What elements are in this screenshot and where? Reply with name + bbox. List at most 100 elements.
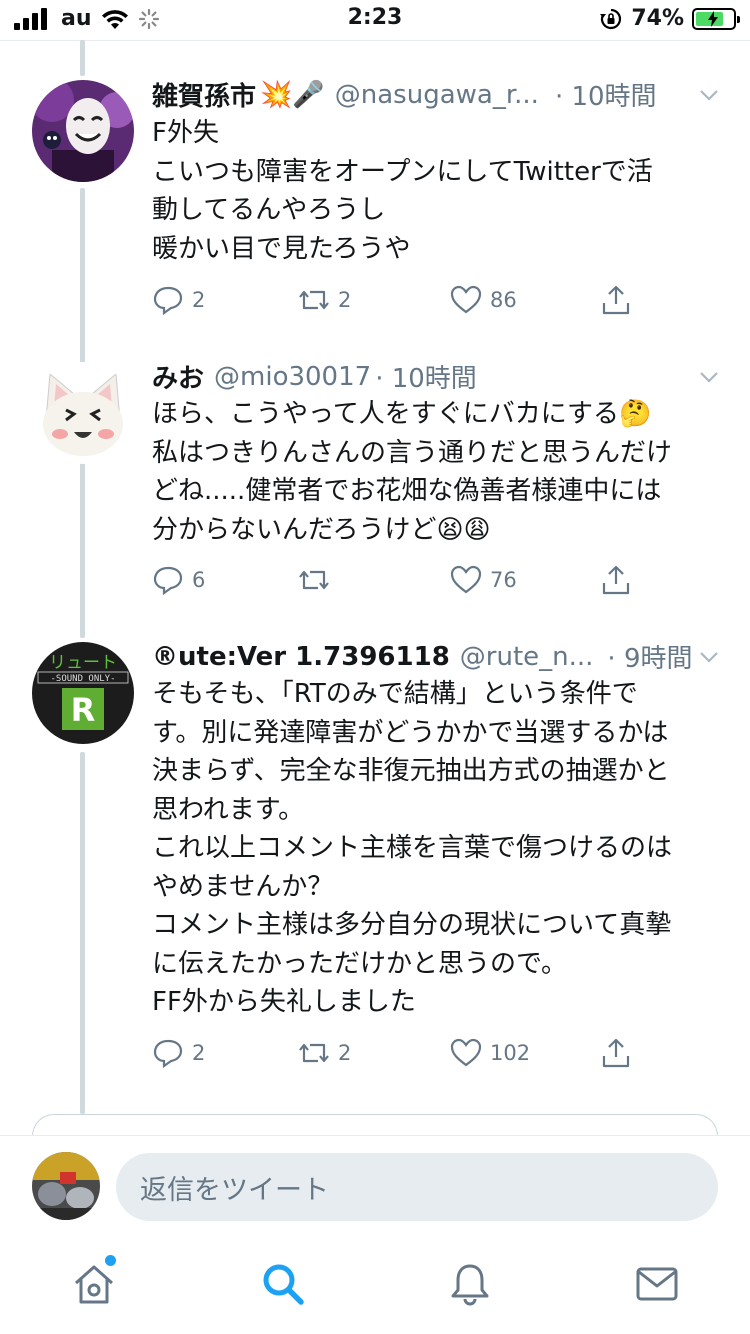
tweet-line: 思われます。 bbox=[152, 794, 305, 825]
thread-line bbox=[80, 752, 85, 1114]
retweet-button[interactable]: 2 bbox=[298, 284, 351, 316]
status-bar: au 2:23 74% bbox=[0, 0, 750, 40]
heart-icon bbox=[450, 285, 482, 314]
display-name[interactable]: みお bbox=[152, 358, 204, 395]
tweet-line: そもそも、「RTのみで結構」という条件で bbox=[152, 679, 638, 709]
retweet-button[interactable]: 2 bbox=[298, 1037, 351, 1069]
tab-bar bbox=[0, 1239, 750, 1334]
like-button[interactable]: 86 bbox=[450, 284, 517, 316]
share-button[interactable] bbox=[600, 284, 632, 316]
masked-figure-avatar-icon bbox=[32, 80, 134, 182]
avatar-mio[interactable] bbox=[32, 362, 134, 464]
timestamp[interactable]: · 10時間 bbox=[555, 76, 657, 113]
name-emoji: 💥🎤 bbox=[260, 79, 325, 110]
avatar-rute[interactable]: リュート -SOUND ONLY- R bbox=[32, 642, 134, 744]
retweet-icon bbox=[299, 1043, 329, 1063]
share-button[interactable] bbox=[600, 1037, 632, 1069]
tweet-line: 私はつきりんさんの言う通りだと思うんだけ bbox=[152, 437, 673, 468]
handle[interactable]: @nasugawa_r... bbox=[335, 80, 539, 110]
search-icon bbox=[263, 1264, 304, 1305]
mail-icon bbox=[636, 1267, 678, 1301]
tweet-line: F外失 bbox=[152, 118, 219, 148]
chevron-down-icon[interactable] bbox=[698, 646, 720, 668]
retweet-button[interactable] bbox=[298, 564, 338, 596]
heart-icon bbox=[450, 565, 482, 594]
tweet-line: ほら、こうやって人をすぐにバカにする🤔 bbox=[152, 399, 652, 429]
tweet-line: コメント主様は多分自分の現状について真摯 bbox=[152, 910, 672, 940]
notification-dot bbox=[105, 1255, 116, 1266]
charging-bolt-icon bbox=[708, 10, 718, 27]
like-count: 76 bbox=[490, 568, 517, 592]
reply-button[interactable]: 2 bbox=[152, 284, 205, 316]
retweet-icon bbox=[299, 290, 329, 310]
home-icon bbox=[75, 1265, 113, 1304]
tweet-text: F外失 こいつも障害をオープンにしてTwitterで活 動してるんやろうし 暖か… bbox=[152, 114, 727, 268]
tab-home[interactable] bbox=[71, 1255, 117, 1307]
tweet-line: 動してるんやろうし bbox=[152, 195, 386, 225]
tweet-line: 暖かい目で見たろうや bbox=[152, 233, 411, 264]
chevron-down-icon[interactable] bbox=[698, 84, 720, 106]
avatar-nasugawa[interactable] bbox=[32, 80, 134, 182]
reply-count: 6 bbox=[192, 568, 206, 592]
retweet-count: 2 bbox=[338, 288, 352, 312]
tweet-actions: 2 2 86 bbox=[152, 284, 652, 320]
user-avatar[interactable] bbox=[32, 1152, 100, 1220]
reply-composer: 返信をツイート bbox=[0, 1135, 750, 1239]
tweet-line: やめませんか？ bbox=[152, 871, 334, 902]
tweet-text: そもそも、「RTのみで結構」という条件で す。別に発達障害がどうかかで当選するか… bbox=[152, 675, 727, 1022]
display-name[interactable]: 雑賀孫市 bbox=[152, 76, 256, 113]
bell-icon bbox=[451, 1264, 489, 1306]
reply-button[interactable]: 2 bbox=[152, 1037, 205, 1069]
tab-search[interactable] bbox=[260, 1261, 306, 1307]
tab-messages[interactable] bbox=[634, 1261, 680, 1307]
share-button[interactable] bbox=[600, 564, 632, 596]
timestamp[interactable]: · 10時間 bbox=[375, 358, 477, 395]
retweet-count: 2 bbox=[338, 1041, 352, 1065]
tweet-actions: 2 2 102 bbox=[152, 1037, 652, 1073]
like-button[interactable]: 102 bbox=[450, 1037, 530, 1069]
reply-icon bbox=[153, 286, 183, 316]
tweet-header: みお @mio30017 · 10時間 bbox=[152, 358, 726, 395]
handle[interactable]: @rute_n... bbox=[460, 642, 594, 672]
display-name[interactable]: ®ute:Ver 1.7396118 bbox=[152, 642, 450, 672]
share-icon bbox=[602, 285, 630, 315]
rute-logo-avatar-icon: リュート -SOUND ONLY- R bbox=[32, 642, 134, 744]
tweet-line: す。別に発達障害がどうかかで当選するかは bbox=[152, 717, 669, 748]
reply-icon bbox=[153, 1039, 183, 1069]
like-count: 102 bbox=[490, 1041, 531, 1065]
battery-icon bbox=[692, 7, 740, 30]
handle[interactable]: @mio30017 bbox=[214, 362, 371, 392]
like-button[interactable]: 76 bbox=[450, 564, 517, 596]
tweet-header: 雑賀孫市 💥🎤 @nasugawa_r... · 10時間 bbox=[152, 76, 726, 113]
reply-count: 2 bbox=[192, 1041, 206, 1065]
share-icon bbox=[602, 1038, 630, 1068]
battery-percentage: 74% bbox=[631, 6, 684, 31]
orientation-lock-icon bbox=[600, 8, 622, 29]
tweet-header: ®ute:Ver 1.7396118 @rute_n... · 9時間 bbox=[152, 638, 726, 675]
status-divider bbox=[0, 40, 750, 41]
user-photo-avatar-icon bbox=[32, 1152, 100, 1220]
reply-tweet-input[interactable]: 返信をツイート bbox=[116, 1153, 718, 1221]
share-icon bbox=[602, 565, 630, 595]
cat-character-avatar-icon bbox=[32, 362, 134, 464]
like-count: 86 bbox=[490, 288, 517, 312]
thread-line bbox=[80, 40, 85, 76]
chevron-down-icon[interactable] bbox=[698, 366, 720, 388]
tweet-line: これ以上コメント主様を言葉で傷つけるのは bbox=[152, 833, 673, 863]
tab-notifications[interactable] bbox=[447, 1261, 493, 1307]
tweet-line: 決まらず、完全な非復元抽出方式の抽選かと bbox=[152, 756, 670, 786]
tweet-line: こいつも障害をオープンにしてTwitterで活 bbox=[152, 156, 653, 187]
tweet-line: に伝えたかっただけかと思うので。 bbox=[152, 948, 567, 979]
timestamp[interactable]: · 9時間 bbox=[607, 638, 692, 675]
reply-button[interactable]: 6 bbox=[152, 564, 205, 596]
avatar-logo-text: リュート bbox=[49, 653, 117, 673]
retweet-icon bbox=[299, 570, 329, 590]
tweet-line: FF外から失礼しました bbox=[152, 987, 416, 1017]
avatar-letter: R bbox=[71, 691, 96, 729]
tweet-line: どね.....健常者でお花畑な偽善者様連中には bbox=[152, 476, 662, 506]
reply-count: 2 bbox=[192, 288, 206, 312]
tweet-line: 分からないんだろうけど😫😩 bbox=[152, 514, 491, 545]
tweet-actions: 6 76 bbox=[152, 564, 652, 600]
tweet-text: ほら、こうやって人をすぐにバカにする🤔 私はつきりんさんの言う通りだと思うんだけ… bbox=[152, 395, 727, 549]
heart-icon bbox=[450, 1038, 482, 1067]
